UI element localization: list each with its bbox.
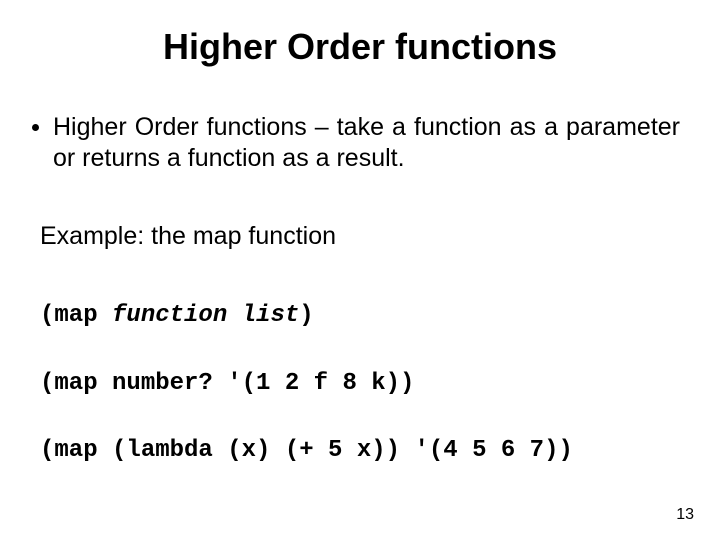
example-label: Example: the map function xyxy=(40,221,680,252)
code-block: (map function list) (map number? '(1 2 f… xyxy=(40,266,680,535)
code-line-1: (map function list) xyxy=(40,299,680,333)
code-italic: function list xyxy=(112,302,299,329)
slide-title: Higher Order functions xyxy=(40,26,680,68)
slide: Higher Order functions Higher Order func… xyxy=(0,0,720,540)
code-text: ) xyxy=(299,302,313,329)
page-number: 13 xyxy=(676,506,694,524)
bullet-text: Higher Order functions – take a function… xyxy=(53,112,680,175)
code-line-3: (map (lambda (x) (+ 5 x)) '(4 5 6 7)) xyxy=(40,434,680,468)
bullet-item: Higher Order functions – take a function… xyxy=(40,112,680,175)
bullet-dot-icon xyxy=(32,124,39,131)
code-text: (map xyxy=(40,302,112,329)
code-line-2: (map number? '(1 2 f 8 k)) xyxy=(40,367,680,401)
slide-body: Higher Order functions – take a function… xyxy=(40,112,680,535)
